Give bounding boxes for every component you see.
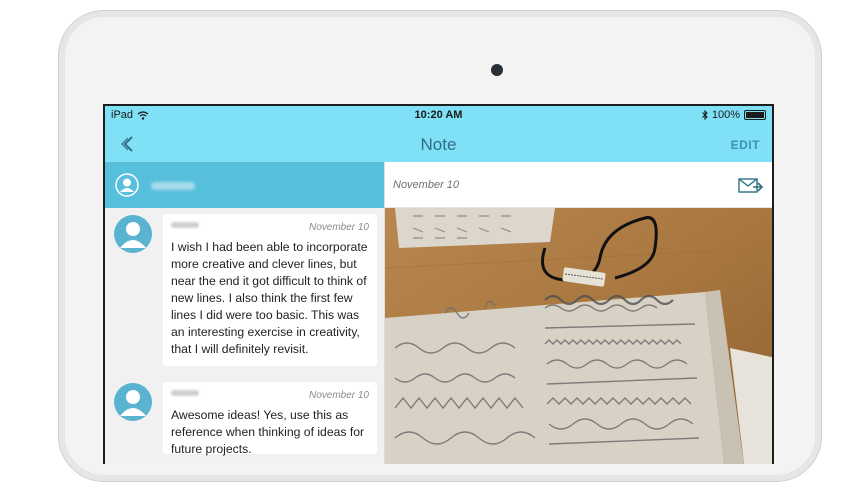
commenter-avatar-icon	[114, 215, 152, 253]
user-avatar-icon	[115, 173, 139, 197]
note-header: November 10	[385, 162, 772, 208]
edit-button[interactable]: EDIT	[731, 138, 760, 152]
note-detail-pane: November 10	[385, 162, 774, 464]
note-date: November 10	[393, 179, 460, 191]
status-time: 10:20 AM	[414, 109, 463, 121]
comment-text: Awesome ideas! Yes, use this as referenc…	[171, 408, 365, 456]
comment-bubble: November 10 I wish I had been able to in…	[163, 214, 377, 366]
status-right: 100%	[702, 109, 766, 121]
battery-percent: 100%	[711, 109, 740, 121]
comment-text: I wish I had been able to incorporate mo…	[171, 240, 368, 356]
mail-share-icon[interactable]	[738, 175, 764, 195]
blurred-username	[151, 182, 195, 190]
note-photo[interactable]	[385, 208, 774, 464]
comment-item: November 10 I wish I had been able to in…	[113, 214, 377, 366]
comment-item: November 10 Awesome ideas! Yes, use this…	[113, 382, 377, 456]
status-bar: iPad 10:20 AM 100%	[105, 106, 772, 126]
app-screen: iPad 10:20 AM 100% Note EDIT November 10…	[103, 104, 774, 464]
front-camera	[491, 64, 503, 76]
commenter-avatar-icon	[114, 383, 152, 421]
user-header-bar[interactable]	[105, 162, 384, 208]
comment-bubble: November 10 Awesome ideas! Yes, use this…	[163, 382, 377, 456]
navigation-bar: Note EDIT	[105, 126, 772, 162]
bluetooth-icon	[702, 110, 708, 120]
comment-date: November 10	[308, 390, 369, 401]
blurred-commenter-name	[171, 390, 199, 396]
page-title: Note	[420, 135, 457, 154]
comments-pane: November 10 I wish I had been able to in…	[105, 162, 385, 464]
blurred-commenter-name	[171, 222, 199, 228]
comment-date: November 10	[308, 222, 369, 233]
battery-icon	[744, 110, 766, 120]
